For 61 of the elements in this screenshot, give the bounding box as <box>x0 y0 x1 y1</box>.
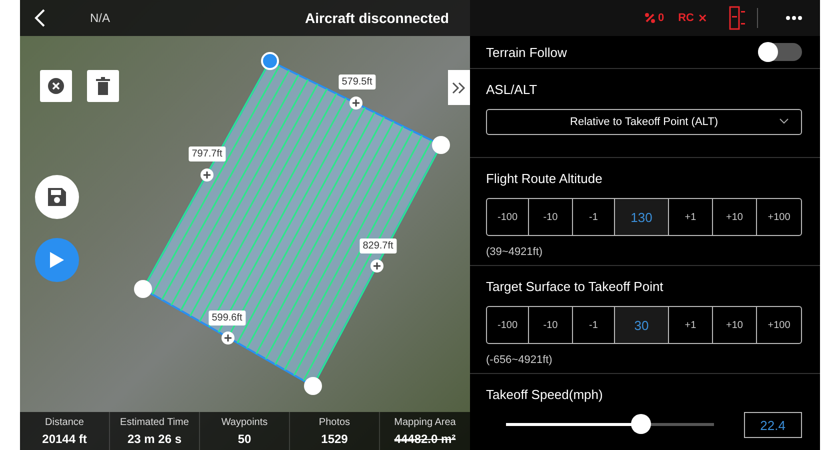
aircraft-count: 0 <box>658 12 664 24</box>
range-text: (-656~4921ft) <box>486 354 554 366</box>
corner-handle[interactable] <box>304 377 322 395</box>
signal-status-text: N/A <box>90 11 110 25</box>
edge-length-label: 797.7ft <box>188 146 226 162</box>
step-button[interactable]: -100 <box>487 307 529 343</box>
add-point-icon[interactable] <box>370 258 384 272</box>
rc-label: RC <box>678 12 694 24</box>
value-display: 30 <box>615 307 669 343</box>
step-button[interactable]: -10 <box>529 307 573 343</box>
corner-handle[interactable] <box>134 280 152 298</box>
stat-value: 1529 <box>321 432 348 446</box>
trash-icon <box>96 77 110 95</box>
start-point-handle[interactable] <box>261 52 279 70</box>
setting-label: Target Surface to Takeoff Point <box>486 279 664 294</box>
add-point-icon[interactable] <box>200 168 214 182</box>
speed-input-field[interactable]: 22.4 <box>744 412 802 438</box>
stat-label: Mapping Area <box>394 416 456 428</box>
setting-label: ASL/ALT <box>486 82 538 97</box>
step-button[interactable]: -10 <box>529 199 573 235</box>
caret-icon <box>779 118 789 124</box>
range-text: (39~4921ft) <box>486 246 544 258</box>
more-icon[interactable] <box>786 16 802 20</box>
step-button[interactable]: +1 <box>669 307 713 343</box>
rc-status: ✕ <box>698 12 707 24</box>
edge-length-label: 579.5ft <box>338 74 376 90</box>
close-button[interactable] <box>40 70 72 102</box>
setting-label: Terrain Follow <box>486 44 567 60</box>
stat-label: Estimated Time <box>120 416 189 428</box>
delete-button[interactable] <box>87 70 119 102</box>
step-button[interactable]: +1 <box>669 199 713 235</box>
edge-length-label: 829.7ft <box>360 238 396 254</box>
stat-value: 44482.0 m² <box>394 432 456 446</box>
stat-value: 50 <box>238 432 252 446</box>
window-title: Aircraft disconnected <box>305 10 449 26</box>
chevron-left-icon <box>34 9 46 27</box>
edge-length-label: 599.6ft <box>208 310 246 326</box>
setting-label: Flight Route Altitude <box>486 171 602 186</box>
value-display: 130 <box>615 199 669 235</box>
play-icon <box>49 251 65 269</box>
step-button[interactable]: +100 <box>757 307 801 343</box>
slider-thumb[interactable] <box>630 414 651 434</box>
corner-handle[interactable] <box>432 136 450 154</box>
add-point-icon[interactable] <box>348 96 362 110</box>
step-button[interactable]: +10 <box>713 307 757 343</box>
step-button[interactable]: +100 <box>757 199 801 235</box>
setting-label: Takeoff Speed(mph) <box>486 387 603 402</box>
battery-icon <box>729 6 747 30</box>
expand-panel-button[interactable] <box>448 70 470 105</box>
close-icon <box>47 77 65 95</box>
terrain-follow-toggle[interactable] <box>758 43 802 61</box>
add-point-icon[interactable] <box>221 330 235 344</box>
step-button[interactable]: -100 <box>487 199 529 235</box>
step-button[interactable]: +10 <box>713 199 757 235</box>
stat-value: 20144 ft <box>42 432 87 446</box>
stat-label: Waypoints <box>221 416 268 428</box>
stat-label: Photos <box>318 416 350 428</box>
stat-label: Distance <box>45 416 84 428</box>
stat-value: 23 m 26 s <box>127 432 182 446</box>
altitude-mode-dropdown[interactable]: Relative to Takeoff Point (ALT) <box>486 109 802 135</box>
double-chevron-icon <box>452 82 466 94</box>
